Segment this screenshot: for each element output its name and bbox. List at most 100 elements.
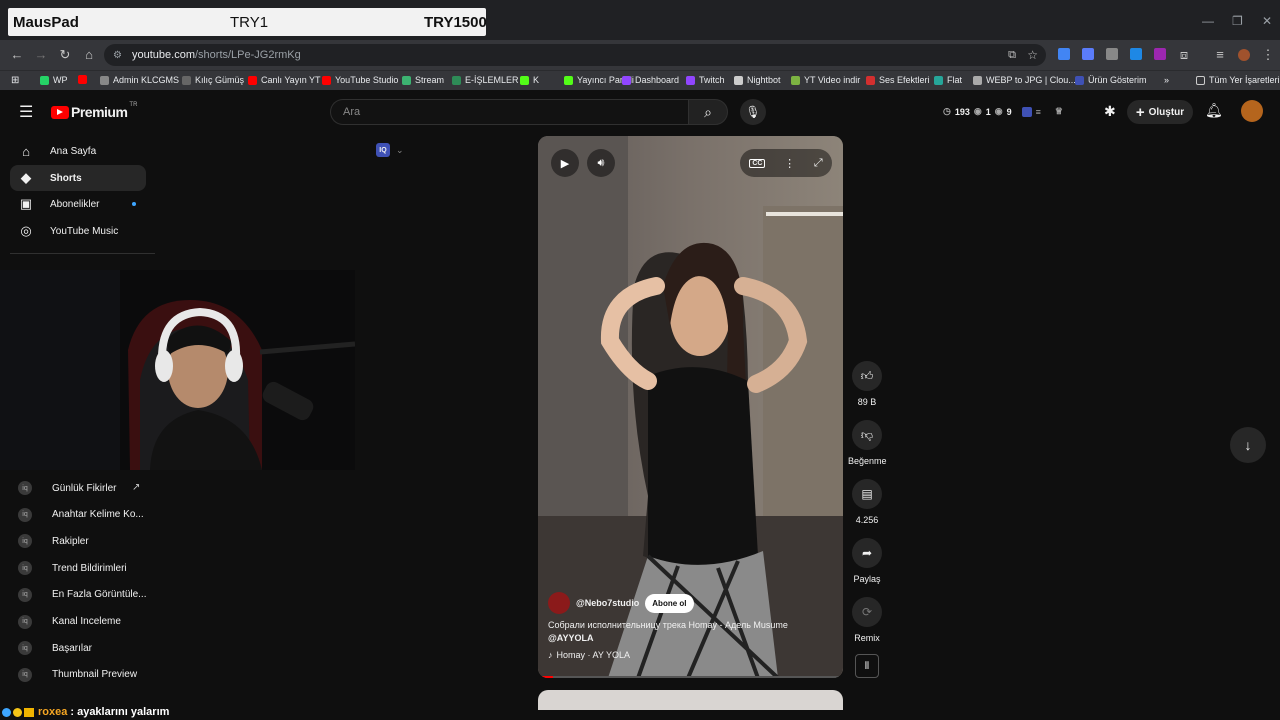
home-icon[interactable]: ⌂ <box>81 47 97 62</box>
remix-button[interactable]: ⟳ Remix <box>848 597 886 643</box>
extension-icon[interactable] <box>1082 48 1094 60</box>
search-button[interactable]: ⌕ <box>688 99 728 125</box>
fullscreen-icon[interactable]: ⤢ <box>814 157 823 170</box>
url-field[interactable]: ⚙ youtube.com/shorts/LPe-JG2rmKg ⧉ ☆ <box>104 44 1046 66</box>
vidiq-tool-item[interactable]: iq Kanal Inceleme <box>18 612 121 632</box>
bookmark-item[interactable]: Kılıç Gümüş <box>182 75 244 85</box>
bookmark-item[interactable]: Dashboard <box>622 75 679 85</box>
gear-icon[interactable]: ✱ <box>1104 103 1116 120</box>
forward-icon[interactable]: → <box>33 47 49 62</box>
vidiq-tool-item[interactable]: iq Başarılar <box>18 638 92 658</box>
extension-icon[interactable] <box>1154 48 1166 60</box>
notifications-bell-icon[interactable]: 🔔︎ <box>1205 102 1223 119</box>
channel-name[interactable]: @Nebo7studio <box>576 598 639 608</box>
sidebar-item[interactable]: ▣ Abonelikler <box>10 191 146 217</box>
play-button[interactable]: ▶ <box>551 149 579 177</box>
music-label: Homay · AY YOLA <box>556 650 631 660</box>
bookmark-item[interactable]: E-İŞLEMLER <box>452 75 519 85</box>
menu-kebab-icon[interactable]: ⋮ <box>1260 47 1276 63</box>
sidebar-item[interactable]: ◎ YouTube Music <box>10 218 146 244</box>
volume-button[interactable]: 🔊︎ <box>587 149 615 177</box>
hamburger-menu-icon[interactable]: ☰ <box>19 102 33 122</box>
tab-search-icon[interactable]: ≡ <box>1212 47 1228 62</box>
progress-fill <box>538 676 554 678</box>
progress-track[interactable] <box>538 676 843 678</box>
like-count: 89 B <box>857 397 877 407</box>
install-icon[interactable]: ⧉ <box>1008 49 1016 62</box>
bookmark-item[interactable]: Ses Efektleri <box>866 75 930 85</box>
all-bookmarks-folder[interactable]: Tüm Yer İşaretleri <box>1196 75 1280 85</box>
bookmark-item[interactable]: Ürün Gösterim <box>1075 75 1147 85</box>
back-icon[interactable]: ← <box>9 47 25 62</box>
extensions-puzzle-icon[interactable]: ⧈ <box>1176 47 1192 63</box>
captions-icon[interactable]: CC <box>749 158 766 168</box>
bookmark-item[interactable]: YouTube Studio <box>322 75 398 85</box>
vidiq-tool-item[interactable]: iq Thumbnail Preview <box>18 665 137 685</box>
youtube-logo[interactable]: Premium TR <box>51 102 137 120</box>
minimize-icon[interactable]: — <box>1202 14 1214 28</box>
bookmark-item[interactable]: Twitch <box>686 75 725 85</box>
search-input[interactable]: Ara <box>330 99 688 125</box>
profile-avatar-icon[interactable] <box>1238 49 1250 61</box>
bookmark-item[interactable]: Stream <box>402 75 444 85</box>
short-title[interactable]: Собрали исполнительницу трека Homay - Ад… <box>548 619 828 645</box>
dislike-button[interactable]: 👎︎ Beğenme <box>848 420 887 466</box>
channel-avatar[interactable] <box>548 592 570 614</box>
bookmark-item[interactable]: WEBP to JPG | Clou... <box>973 75 1076 85</box>
download-ext-icon[interactable] <box>1130 48 1142 60</box>
vidiq-icon[interactable] <box>1021 106 1032 117</box>
sidebar-item[interactable]: ◆ Shorts <box>10 165 146 191</box>
bookmark-item[interactable]: Admin KLCGMS <box>100 75 179 85</box>
bookmark-star-icon[interactable]: ☆ <box>1027 48 1038 62</box>
voice-search-button[interactable]: 🎙 <box>740 99 766 125</box>
trophy-icon[interactable]: ♕ <box>1055 106 1063 117</box>
reload-icon[interactable]: ↻ <box>57 47 73 63</box>
overlay-mid-text: TRY1 <box>230 13 269 31</box>
external-link-icon[interactable]: ↗ <box>132 482 140 493</box>
bookmark-item[interactable]: YT Video indir <box>791 75 860 85</box>
sidebar-item[interactable]: ⌂ Ana Sayfa <box>10 138 146 164</box>
next-short-button[interactable]: ↓ <box>1230 427 1266 463</box>
like-button[interactable]: 👍︎ 89 B <box>848 361 886 407</box>
bookmarks-overflow-button[interactable]: » <box>1164 75 1169 85</box>
bookmark-favicon-icon <box>734 75 743 85</box>
create-label: Oluştur <box>1148 106 1185 118</box>
translate-ext-icon[interactable] <box>1058 48 1070 60</box>
url-path: /shorts/LPe-JG2rmKg <box>194 49 301 61</box>
vidiq-tool-item[interactable]: iq En Fazla Görüntüle... <box>18 585 147 605</box>
camera-ext-icon[interactable] <box>1106 48 1118 60</box>
vidiq-tool-item[interactable]: iq Anahtar Kelime Ko... <box>18 505 144 525</box>
bookmark-item[interactable] <box>78 75 87 84</box>
vidiq-dropdown[interactable]: IQ ⌄ <box>376 143 404 157</box>
address-bar-row: ← → ↻ ⌂ ⚙ youtube.com/shorts/LPe-JG2rmKg… <box>0 40 1280 70</box>
bookmark-item[interactable]: Nightbot <box>734 75 781 85</box>
create-button[interactable]: + Oluştur <box>1127 100 1193 124</box>
music-row[interactable]: ♪ Homay · AY YOLA <box>548 650 630 660</box>
sound-thumbnail[interactable]: ⦀ <box>855 654 879 678</box>
vidiq-tool-item[interactable]: iq Rakipler <box>18 531 89 551</box>
vidiq-tool-item[interactable]: iq Günlük Fikirler <box>18 478 116 498</box>
webcam-image <box>0 270 355 470</box>
bookmark-item[interactable]: Canlı Yayın YT <box>248 75 321 85</box>
vidiq-icon: iq <box>18 507 32 522</box>
vidiq-stats[interactable]: ◷ 193 ◉ 1 ◉ 9 ≡ ♕ <box>943 106 1063 117</box>
list-icon[interactable]: ≡ <box>1036 107 1041 117</box>
bookmark-item[interactable]: WP <box>40 75 68 85</box>
chevron-down-icon: ⌄ <box>396 144 404 155</box>
account-avatar[interactable] <box>1241 100 1263 122</box>
restore-icon[interactable]: ❐ <box>1232 14 1243 28</box>
vidiq-tool-item[interactable]: iq Trend Bildirimleri <box>18 558 127 578</box>
share-button[interactable]: ➦ Paylaş <box>848 538 886 584</box>
subscribe-button[interactable]: Abone ol <box>645 593 694 613</box>
badge-icon <box>13 707 22 717</box>
bookmark-item[interactable]: K <box>520 75 539 85</box>
more-options-icon[interactable]: ⋮ <box>784 157 795 170</box>
apps-grid-icon[interactable]: ⊞ <box>11 75 19 86</box>
share-icon: ➦ <box>852 538 882 568</box>
shorts-video-player[interactable]: ▶ 🔊︎ CC ⋮ ⤢ @Nebo7studio Abone ol Собрал… <box>538 136 843 678</box>
comments-button[interactable]: ▤ 4.256 <box>848 479 886 525</box>
close-icon[interactable]: ✕ <box>1262 14 1272 28</box>
tool-label: Thumbnail Preview <box>52 669 138 681</box>
bookmark-item[interactable]: Flat <box>934 75 962 85</box>
site-info-icon[interactable]: ⚙ <box>113 50 122 61</box>
